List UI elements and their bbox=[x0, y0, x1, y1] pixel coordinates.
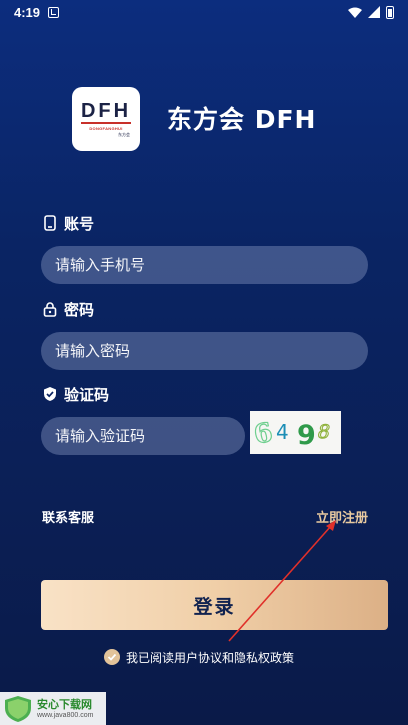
captcha-char-4: 8 bbox=[318, 421, 330, 443]
wifi-icon bbox=[348, 7, 362, 18]
contact-service-link[interactable]: 联系客服 bbox=[42, 507, 94, 526]
signal-icon bbox=[368, 6, 380, 18]
captcha-char-2: 4 bbox=[276, 420, 289, 444]
shield-icon bbox=[5, 695, 31, 722]
logo-mark: DFH bbox=[80, 99, 132, 124]
agreement-row[interactable]: 我已阅读用户协议和隐私权政策 bbox=[104, 648, 294, 666]
password-label-text: 密码 bbox=[64, 300, 95, 319]
phone-icon bbox=[44, 215, 56, 231]
watermark-title: 安心下载网 bbox=[37, 697, 92, 711]
logo-sub-en: DONGFANGHUI bbox=[89, 125, 123, 131]
checkbox-checked-icon[interactable] bbox=[104, 649, 120, 665]
watermark-url: www.java800.com bbox=[37, 711, 94, 719]
register-link[interactable]: 立即注册 bbox=[316, 507, 368, 526]
battery-icon bbox=[386, 5, 394, 19]
logo-sub-cn: 东方会 bbox=[118, 131, 130, 137]
status-icons bbox=[348, 5, 394, 19]
agreement-text: 我已阅读用户协议和隐私权政策 bbox=[126, 650, 295, 665]
captcha-input[interactable] bbox=[41, 417, 245, 455]
phone-input[interactable] bbox=[41, 246, 368, 284]
password-label: 密码 bbox=[42, 298, 94, 320]
login-button[interactable]: 登录 bbox=[41, 580, 388, 630]
captcha-label-text: 验证码 bbox=[64, 385, 110, 404]
password-input[interactable] bbox=[41, 332, 368, 370]
lock-icon bbox=[43, 302, 57, 317]
captcha-char-1: 6 bbox=[251, 418, 275, 451]
account-label-text: 账号 bbox=[64, 214, 95, 233]
status-time: 4:19 bbox=[14, 4, 41, 20]
captcha-code-graphic: 6 4 9 8 bbox=[251, 417, 331, 451]
account-label: 账号 bbox=[42, 212, 94, 234]
captcha-label: 验证码 bbox=[42, 383, 109, 405]
app-title: 东方会 DFH bbox=[167, 105, 317, 134]
status-bar: 4:19 bbox=[0, 0, 408, 24]
notification-icon bbox=[48, 6, 60, 18]
shield-check-icon bbox=[44, 387, 56, 401]
captcha-char-3: 9 bbox=[297, 420, 316, 451]
app-logo: DFH DONGFANGHUI 东方会 bbox=[72, 87, 140, 151]
watermark-logo: 安心下载网 www.java800.com bbox=[0, 692, 106, 725]
captcha-image[interactable]: 6 4 9 8 bbox=[250, 411, 341, 454]
